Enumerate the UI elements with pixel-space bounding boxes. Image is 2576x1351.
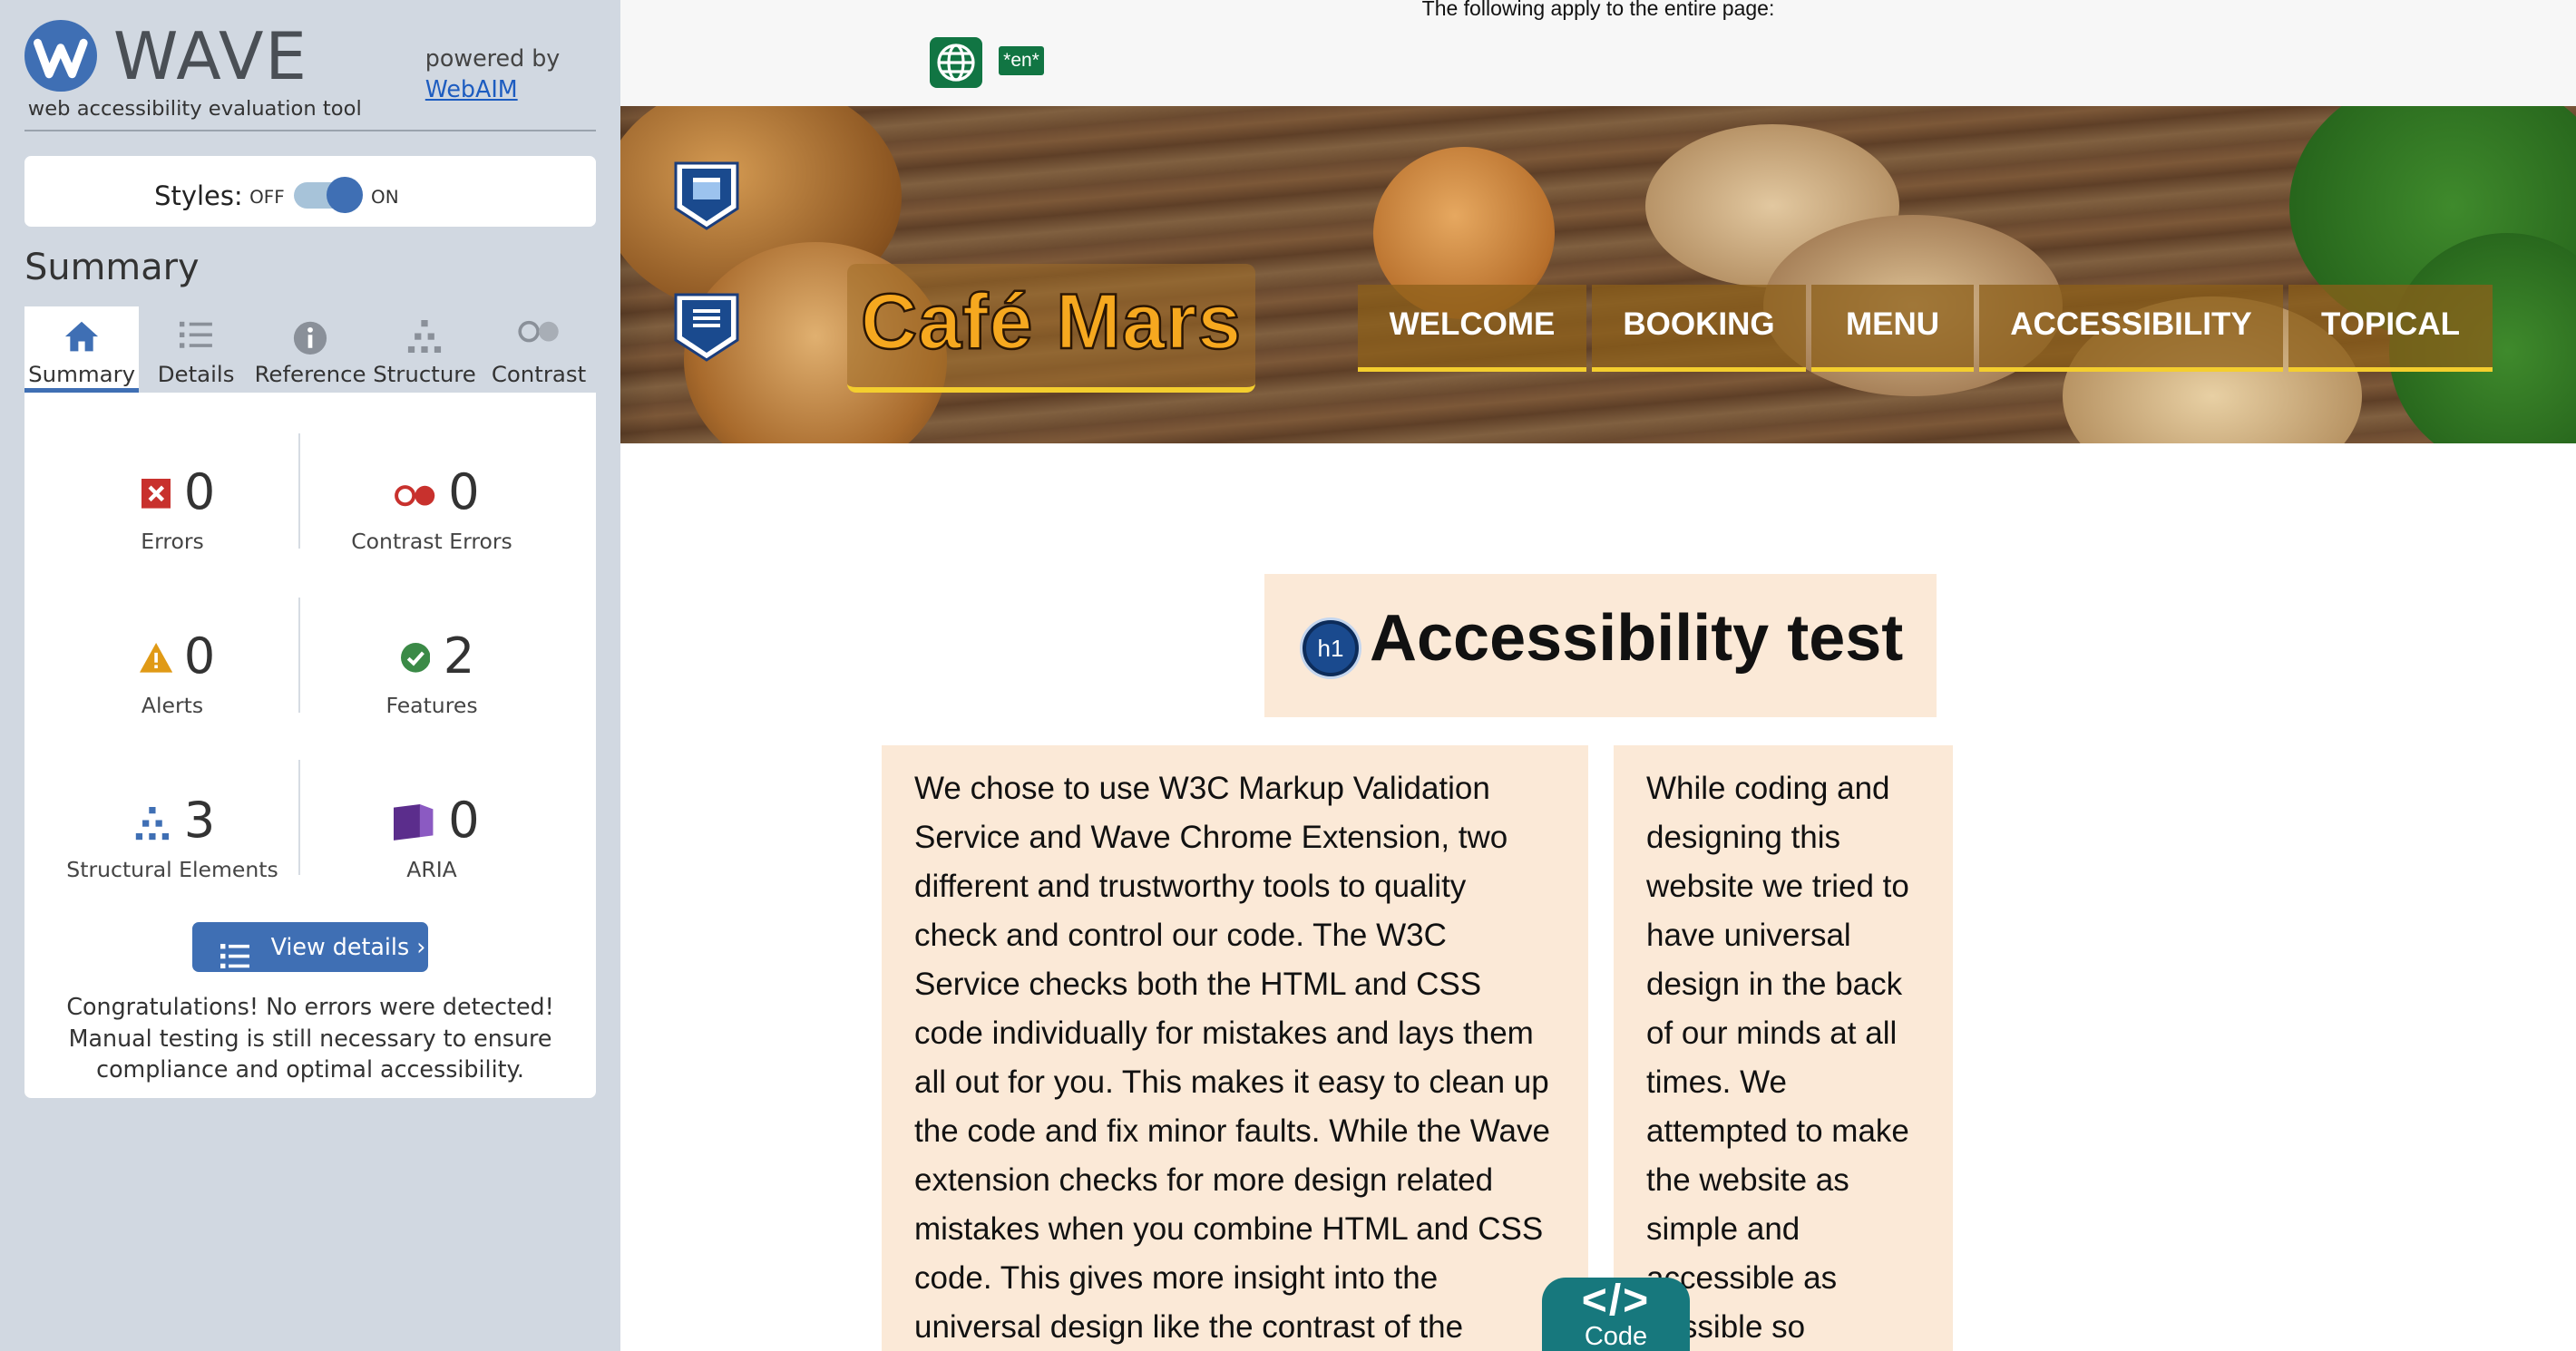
page-info-text: The following apply to the entire page: bbox=[1421, 0, 1775, 20]
structural-label: Structural Elements bbox=[66, 856, 278, 882]
home-icon bbox=[63, 320, 100, 358]
tab-reference[interactable]: Reference bbox=[253, 306, 368, 393]
page-info-bar: The following apply to the entire page: bbox=[620, 0, 2576, 106]
stat-aria[interactable]: 0 ARIA bbox=[300, 792, 563, 882]
nav-accessibility[interactable]: ACCESSIBILITY bbox=[1979, 285, 2283, 372]
wave-logo-icon bbox=[24, 19, 97, 92]
globe-icon[interactable] bbox=[930, 37, 982, 88]
list-icon bbox=[220, 936, 250, 985]
features-count: 2 bbox=[443, 627, 475, 685]
tab-structure[interactable]: Structure bbox=[367, 306, 483, 393]
styles-on-label: ON bbox=[371, 187, 399, 209]
styles-toggle-box: Styles: OFF ON bbox=[24, 155, 597, 227]
tab-contrast[interactable]: Contrast bbox=[482, 306, 596, 393]
summary-card: 0 Errors 0 Contrast Errors 0 Alerts 2 Fe… bbox=[24, 392, 597, 1098]
stat-contrast-errors[interactable]: 0 Contrast Errors bbox=[300, 464, 563, 554]
stat-errors[interactable]: 0 Errors bbox=[41, 464, 304, 554]
wave-logo-text: WAVE bbox=[112, 18, 308, 95]
tab-label: Summary bbox=[28, 361, 136, 388]
h1-badge-icon[interactable]: h1 bbox=[1303, 620, 1359, 676]
code-toggle-button[interactable]: </> Code bbox=[1542, 1278, 1690, 1351]
language-badge[interactable]: *en* bbox=[999, 46, 1044, 75]
nav-menu[interactable]: MENU bbox=[1811, 285, 1974, 372]
styles-off-label: OFF bbox=[249, 187, 285, 209]
alert-icon bbox=[139, 643, 173, 679]
congrats-message: Congratulations! No errors were detected… bbox=[66, 993, 554, 1083]
nav-booking[interactable]: BOOKING bbox=[1592, 285, 1806, 372]
errors-count: 0 bbox=[183, 463, 216, 521]
alerts-label: Alerts bbox=[141, 692, 204, 718]
site-title-plate: Café Mars bbox=[847, 264, 1255, 393]
aria-count: 0 bbox=[448, 792, 480, 850]
tab-summary[interactable]: Summary bbox=[24, 306, 140, 393]
aria-label: ARIA bbox=[406, 856, 457, 882]
contrast-icon bbox=[517, 320, 560, 348]
tab-label: Structure bbox=[373, 361, 476, 388]
errors-label: Errors bbox=[141, 528, 204, 554]
styles-label: Styles: bbox=[154, 180, 243, 212]
structural-count: 3 bbox=[183, 792, 216, 850]
stat-features[interactable]: 2 Features bbox=[300, 628, 563, 718]
wave-tabs: Summary Details Reference Structure Cont… bbox=[24, 306, 596, 393]
webaim-link[interactable]: WebAIM bbox=[425, 73, 561, 104]
summary-heading: Summary bbox=[24, 246, 200, 288]
tab-label: Details bbox=[157, 361, 235, 388]
aria-icon bbox=[394, 803, 434, 847]
feature-icon bbox=[400, 643, 431, 679]
contrast-errors-count: 0 bbox=[448, 463, 480, 521]
info-icon bbox=[292, 320, 328, 362]
tab-details[interactable]: Details bbox=[139, 306, 254, 393]
structure-icon bbox=[406, 319, 443, 358]
structure-icon bbox=[134, 807, 171, 846]
heading-box: h1 Accessibility test bbox=[1264, 574, 1937, 717]
aria-navigation-icon[interactable] bbox=[673, 291, 740, 364]
site-nav: WELCOME BOOKING MENU ACCESSIBILITY TOPIC… bbox=[1358, 285, 2498, 372]
code-label: Code bbox=[1584, 1322, 1648, 1351]
powered-by-text: powered by bbox=[424, 44, 561, 73]
aria-landmark-icon[interactable] bbox=[673, 160, 740, 232]
view-details-button[interactable]: View details › bbox=[191, 922, 429, 972]
tab-label: Reference bbox=[254, 361, 366, 388]
code-icon: </> bbox=[1581, 1277, 1651, 1325]
nav-topical[interactable]: TOPICAL bbox=[2288, 285, 2493, 372]
page-heading: Accessibility test bbox=[1370, 602, 1904, 675]
content-column-2: While coding and designing this website … bbox=[1614, 745, 1953, 1351]
view-details-label: View details › bbox=[270, 933, 426, 961]
nav-welcome[interactable]: WELCOME bbox=[1358, 285, 1586, 372]
error-icon bbox=[141, 479, 171, 515]
wave-tagline: web accessibility evaluation tool bbox=[27, 96, 362, 121]
features-label: Features bbox=[385, 692, 478, 718]
toggle-knob bbox=[327, 177, 363, 214]
site-title[interactable]: Café Mars bbox=[847, 277, 1255, 367]
stat-alerts[interactable]: 0 Alerts bbox=[41, 628, 304, 718]
contrast-error-icon bbox=[394, 482, 436, 513]
divider bbox=[24, 129, 597, 131]
wave-sidebar: WAVE web accessibility evaluation tool p… bbox=[0, 0, 621, 1351]
powered-by: powered by WebAIM bbox=[425, 43, 561, 105]
stat-structural[interactable]: 3 Structural Elements bbox=[41, 792, 304, 882]
contrast-errors-label: Contrast Errors bbox=[351, 528, 512, 554]
tab-label: Contrast bbox=[491, 361, 587, 388]
alerts-count: 0 bbox=[183, 627, 216, 685]
styles-toggle[interactable] bbox=[293, 177, 363, 214]
list-icon bbox=[180, 320, 213, 355]
content-column-1: We chose to use W3C Markup Validation Se… bbox=[882, 745, 1588, 1351]
